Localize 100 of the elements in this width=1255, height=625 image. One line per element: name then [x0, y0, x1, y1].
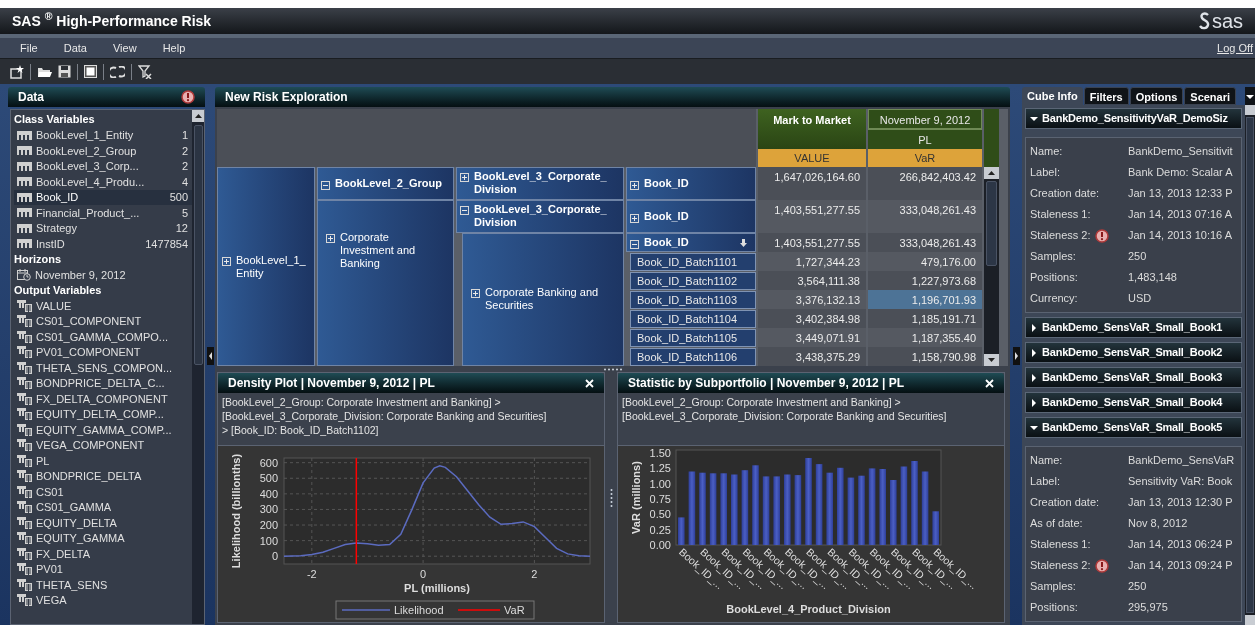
dropdown-icon[interactable]	[1245, 87, 1255, 105]
cube-header[interactable]: BankDemo_SensVaR_Small_Book2	[1025, 342, 1242, 363]
row-header[interactable]: Book_ID_Batch1103	[630, 291, 756, 309]
value-cell[interactable]: 1,647,026,164.60	[758, 167, 866, 200]
expand-icon[interactable]	[460, 173, 469, 182]
scrollbar[interactable]	[192, 110, 204, 624]
scroll-up-icon[interactable]	[194, 114, 202, 118]
cube-header[interactable]: BankDemo_SensitivityVaR_DemoSiz	[1025, 108, 1242, 129]
collapse-icon[interactable]	[630, 239, 639, 249]
value-cell[interactable]: 3,438,375.29	[758, 347, 866, 366]
cube-header[interactable]: BankDemo_SensVaR_Small_Book3	[1025, 367, 1242, 388]
variable-item[interactable]: EQUITY_GAMMA_COMP...	[14, 422, 192, 438]
value-cell[interactable]: 1,185,191.71	[868, 309, 982, 328]
scrollbar[interactable]	[984, 167, 999, 366]
value-cell[interactable]: 1,403,551,277.55	[758, 200, 866, 233]
variable-item[interactable]: CS01_GAMMA	[14, 499, 192, 515]
variable-item[interactable]: FX_DELTA_COMPONENT	[14, 391, 192, 407]
tab[interactable]: Options	[1129, 87, 1184, 105]
value-cell[interactable]: 3,376,132.13	[758, 290, 866, 309]
variable-item[interactable]: BookLevel_3_Corp... 2	[14, 158, 192, 174]
value-cell[interactable]: 1,227,973.68	[868, 271, 982, 290]
new-document-icon[interactable]	[10, 64, 24, 79]
variable-item[interactable]: Book_ID 500	[14, 189, 192, 205]
variable-item[interactable]: THETA_SENS_COMPON...	[14, 360, 192, 376]
sort-down-icon[interactable]	[740, 239, 747, 247]
variable-item[interactable]: EQUITY_DELTA	[14, 515, 192, 531]
folder-icon[interactable]	[37, 65, 52, 78]
triangle-down-icon[interactable]	[1030, 423, 1038, 432]
value-cell[interactable]: 3,564,111.38	[758, 271, 866, 290]
variable-item[interactable]: CS01	[14, 484, 192, 500]
cube-header[interactable]: BankDemo_SensVaR_Small_Book1	[1025, 317, 1242, 338]
value-cell[interactable]: 1,403,551,277.55	[758, 233, 866, 252]
expand-icon[interactable]	[222, 257, 231, 266]
variable-item[interactable]: PV01_COMPONENT	[14, 344, 192, 360]
variable-item[interactable]: BookLevel_2_Group 2	[14, 143, 192, 159]
row-header[interactable]: BookLevel_3_Corporate_ Division	[456, 200, 624, 233]
variable-item[interactable]: November 9, 2012	[14, 267, 192, 283]
variable-item[interactable]: Strategy 12	[14, 220, 192, 236]
row-header[interactable]: Book_ID	[626, 167, 756, 200]
row-header[interactable]: BookLevel_3_Corporate_ Division	[456, 167, 624, 200]
cube-header[interactable]: BankDemo_SensVaR_Small_Book4	[1025, 392, 1242, 413]
row-header[interactable]: Corporate Banking and Securities	[462, 233, 624, 366]
variable-item[interactable]: PL	[14, 453, 192, 469]
expand-icon[interactable]	[630, 180, 639, 190]
variable-item[interactable]: Financial_Product_... 5	[14, 205, 192, 221]
expand-icon[interactable]	[326, 234, 335, 243]
variable-item[interactable]: VEGA	[14, 592, 192, 608]
value-cell[interactable]: 1,158,790.98	[868, 347, 982, 366]
save-icon[interactable]	[58, 65, 71, 78]
tab[interactable]: Scenari	[1184, 87, 1237, 105]
row-header[interactable]: Corporate Investment and Banking	[317, 200, 454, 366]
variable-item[interactable]: CS01_COMPONENT	[14, 313, 192, 329]
value-cell[interactable]: 3,449,071.91	[758, 328, 866, 347]
row-header[interactable]: Book_ID_Batch1102	[630, 272, 756, 290]
variable-item[interactable]: FX_DELTA	[14, 546, 192, 562]
triangle-right-icon[interactable]	[1030, 348, 1038, 357]
row-header[interactable]: Book_ID_Batch1104	[630, 310, 756, 328]
value-cell[interactable]: 333,048,261.43	[868, 200, 982, 233]
value-cell[interactable]: 1,727,344.23	[758, 252, 866, 271]
variable-item[interactable]: EQUITY_DELTA_COMP...	[14, 406, 192, 422]
row-header[interactable]: BookLevel_2_Group	[317, 167, 454, 200]
cube-header[interactable]: BankDemo_SensVaR_Small_Book5	[1025, 417, 1242, 438]
variable-item[interactable]: THETA_SENS	[14, 577, 192, 593]
variable-item[interactable]: BookLevel_1_Entity 1	[14, 127, 192, 143]
value-cell[interactable]: 479,176.00	[868, 252, 982, 271]
row-header[interactable]: Book_ID_Batch1101	[630, 253, 756, 271]
triangle-down-icon[interactable]	[1030, 114, 1038, 123]
splitter-handle-icon[interactable]	[609, 487, 613, 508]
variable-item[interactable]: InstID 1477854	[14, 236, 192, 252]
value-cell[interactable]: 333,048,261.43	[868, 233, 982, 252]
scroll-down-icon[interactable]	[988, 358, 995, 362]
variable-item[interactable]: BONDPRICE_DELTA	[14, 468, 192, 484]
refresh-icon[interactable]	[110, 65, 125, 78]
variable-item[interactable]: VEGA_COMPONENT	[14, 437, 192, 453]
expand-icon[interactable]	[630, 213, 639, 223]
value-cell[interactable]: 1,187,355.40	[868, 328, 982, 347]
row-header[interactable]: Book_ID_Batch1106	[630, 348, 756, 366]
tab[interactable]: Cube Info	[1022, 87, 1083, 105]
variable-item[interactable]: EQUITY_GAMMA	[14, 530, 192, 546]
variable-item[interactable]: BookLevel_4_Produ... 4	[14, 174, 192, 190]
collapse-icon[interactable]	[321, 180, 330, 190]
value-cell[interactable]: 3,402,384.98	[758, 309, 866, 328]
variable-item[interactable]: PV01	[14, 561, 192, 577]
close-icon[interactable]	[985, 378, 994, 388]
variable-item[interactable]: VALUE	[14, 298, 192, 314]
collapse-icon[interactable]	[460, 206, 469, 215]
menu-item[interactable]: Data	[63, 39, 87, 57]
value-cell[interactable]: 1,196,701.93	[868, 290, 982, 309]
row-header[interactable]: BookLevel_1_Entity	[217, 167, 315, 366]
expand-icon[interactable]	[471, 289, 480, 298]
menu-item[interactable]: View	[113, 39, 137, 57]
splitter-handle-icon[interactable]	[602, 367, 623, 371]
close-icon[interactable]	[585, 378, 594, 388]
collapse-right-icon[interactable]	[1012, 347, 1020, 365]
row-header[interactable]: Book_ID_Batch1105	[630, 329, 756, 347]
row-header[interactable]: Book_ID	[626, 233, 756, 252]
triangle-right-icon[interactable]	[1030, 398, 1038, 407]
clear-filter-icon[interactable]	[138, 64, 152, 79]
triangle-right-icon[interactable]	[1030, 323, 1038, 332]
row-header[interactable]: Book_ID	[626, 200, 756, 233]
